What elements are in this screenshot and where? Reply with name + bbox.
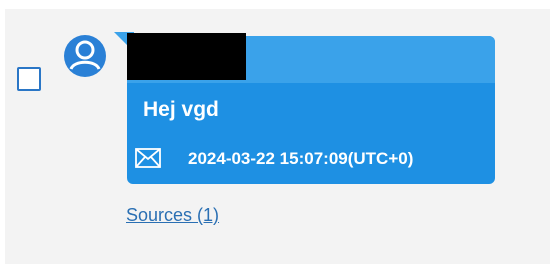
message-timestamp: 2024-03-22 15:07:09(UTC+0): [188, 149, 414, 168]
message-select-checkbox[interactable]: [17, 67, 41, 91]
sources-link[interactable]: Sources (1): [126, 204, 219, 226]
sender-name-redacted: [127, 33, 246, 80]
message-text: Hej vgd: [143, 98, 219, 121]
user-avatar-icon: [64, 35, 106, 77]
envelope-icon: [135, 148, 161, 168]
